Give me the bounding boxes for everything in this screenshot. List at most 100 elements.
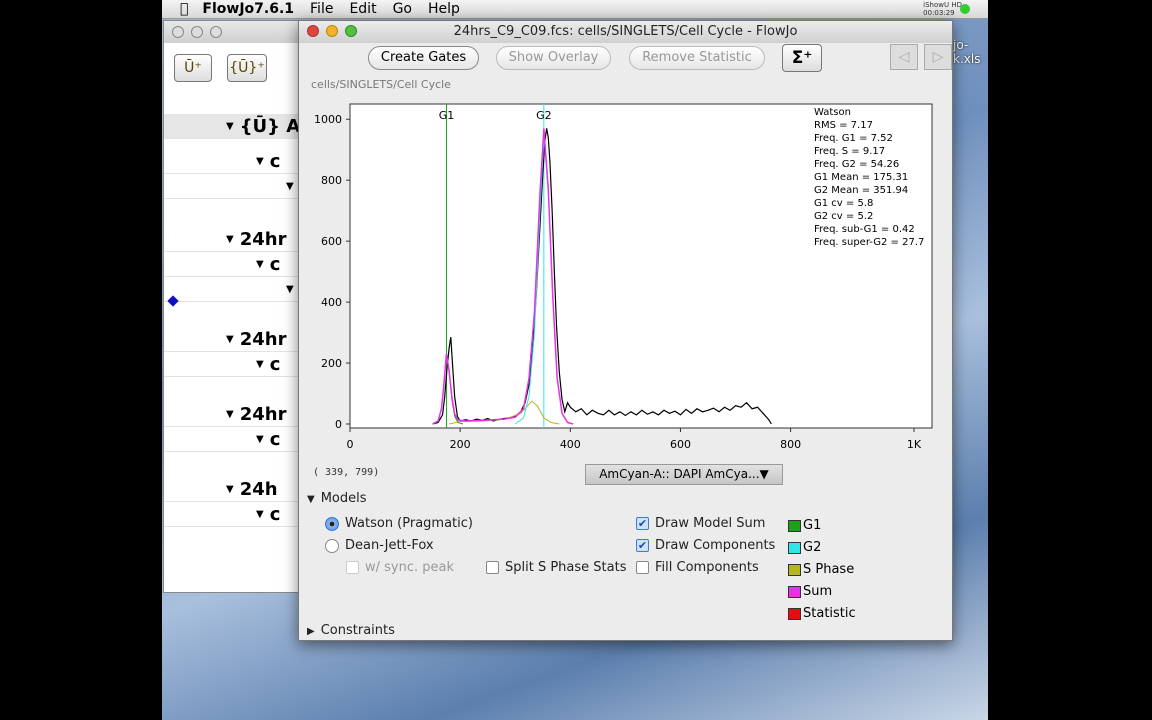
stat-line: Freq. G1 = 7.52 <box>814 133 893 144</box>
checkbox-icon <box>636 561 649 574</box>
show-overlay-button[interactable]: Show Overlay <box>496 46 611 70</box>
add-statistic-button[interactable]: Σ⁺ <box>782 44 822 72</box>
tree-row-label: c <box>269 353 281 375</box>
remove-statistic-button[interactable]: Remove Statistic <box>629 46 765 70</box>
checkbox-fill-components[interactable]: Fill Components <box>636 560 759 575</box>
tree-row[interactable]: ▼ 24hr <box>164 227 314 252</box>
recording-status: iShowU HD 00:03:29 <box>923 1 962 17</box>
parameter-select[interactable]: AmCyan-A:: DAPI AmCya...▼ <box>585 464 783 485</box>
tree-row[interactable]: ▼ {Ū} All <box>164 114 314 139</box>
stat-line: Freq. S = 9.17 <box>814 146 885 157</box>
tree-row-label: c <box>269 253 281 275</box>
close-icon[interactable] <box>172 26 184 38</box>
tree-row[interactable]: ▼ c <box>164 427 314 452</box>
disclosure-triangle-icon[interactable]: ▼ <box>226 484 234 495</box>
legend-item: S Phase <box>788 562 854 577</box>
minimize-icon[interactable] <box>326 25 338 37</box>
constraints-section-toggle[interactable]: ▶ Constraints <box>307 623 395 638</box>
stat-line: Freq. super-G2 = 27.7 <box>814 237 924 248</box>
tree-row[interactable]: ▼ 24hr <box>164 402 314 427</box>
zoom-icon[interactable] <box>210 26 222 38</box>
zoom-icon[interactable] <box>345 25 357 37</box>
minimize-icon[interactable] <box>191 26 203 38</box>
status-app: iShowU HD <box>923 1 962 9</box>
disclosure-triangle-icon[interactable]: ▼ <box>286 284 294 295</box>
tree-row[interactable]: ▼ c <box>164 502 314 527</box>
triangle-down-icon: ▼ <box>307 494 315 505</box>
stat-line: G1 Mean = 175.31 <box>814 172 908 183</box>
disclosure-triangle-icon[interactable]: ▼ <box>256 156 264 167</box>
x-tick-label: 1K <box>907 438 922 451</box>
next-button[interactable]: ▷ <box>924 44 952 70</box>
checkbox-label: Split S Phase Stats <box>505 560 627 575</box>
tree-row[interactable]: ▼ c <box>164 352 314 377</box>
disclosure-triangle-icon[interactable]: ▼ <box>256 434 264 445</box>
histogram-chart[interactable]: 0 200 400 600 800 1K 0 200 400 600 800 1000 G1 G2 Wats… <box>299 101 952 463</box>
radio-label: Watson (Pragmatic) <box>345 516 473 531</box>
checkbox-draw-model-sum[interactable]: ✔ Draw Model Sum <box>636 516 765 531</box>
legend-item: Statistic <box>788 606 856 621</box>
previous-button[interactable]: ◁ <box>890 44 918 70</box>
tree-row[interactable]: ▼ c <box>164 252 314 277</box>
y-tick-label: 400 <box>321 296 342 309</box>
checkbox-split-s-phase[interactable]: Split S Phase Stats <box>486 560 626 575</box>
checkbox-sync-peak[interactable]: w/ sync. peak <box>346 560 454 575</box>
disclosure-triangle-icon[interactable]: ▼ <box>286 181 294 192</box>
stat-line: G2 cv = 5.2 <box>814 211 873 222</box>
menu-bar:  FlowJo7.6.1 File Edit Go Help iShowU H… <box>162 0 988 19</box>
menu-help[interactable]: Help <box>428 1 460 17</box>
y-tick-label: 800 <box>321 174 342 187</box>
window-controls <box>172 26 222 38</box>
y-tick-label: 1000 <box>314 113 342 126</box>
apple-icon[interactable]:  <box>180 1 188 17</box>
disclosure-triangle-icon[interactable]: ▼ <box>226 334 234 345</box>
x-tick-label: 0 <box>347 438 354 451</box>
tree-row[interactable]: ▼ 24h <box>164 477 314 502</box>
checkbox-icon <box>486 561 499 574</box>
disclosure-triangle-icon[interactable]: ▼ <box>256 359 264 370</box>
disclosure-triangle-icon[interactable]: ▼ <box>226 121 234 132</box>
legend-label: G2 <box>803 540 822 555</box>
legend-swatch <box>788 519 801 532</box>
gate-label: G1 <box>439 109 455 122</box>
tree-row-label: 24hr <box>239 403 287 425</box>
disclosure-triangle-icon[interactable]: ▼ <box>256 509 264 520</box>
tree-row[interactable]: ▼ <box>164 277 314 302</box>
stat-line: G1 cv = 5.8 <box>814 198 873 209</box>
desktop-file-icon[interactable]: jo- k.xls <box>953 38 980 66</box>
tree-row[interactable]: ▼ 24hr <box>164 327 314 352</box>
models-section-toggle[interactable]: ▼ Models <box>307 491 367 506</box>
add-sample-button[interactable]: Ū⁺ <box>174 54 212 82</box>
tree-row[interactable]: ▼ <box>164 174 314 199</box>
checkbox-icon <box>346 561 359 574</box>
x-tick-label: 600 <box>670 438 691 451</box>
disclosure-triangle-icon[interactable]: ▼ <box>226 234 234 245</box>
y-tick-label: 0 <box>335 418 342 431</box>
radio-dean-jett-fox[interactable]: Dean-Jett-Fox <box>325 538 434 553</box>
radio-watson[interactable]: Watson (Pragmatic) <box>325 516 473 531</box>
menu-app[interactable]: FlowJo7.6.1 <box>202 1 294 17</box>
legend-item: G2 <box>788 540 821 555</box>
legend-label: Statistic <box>803 606 856 621</box>
tree-row[interactable]: ▼ c <box>164 149 314 174</box>
add-group-button[interactable]: {Ū}⁺ <box>227 54 267 82</box>
disclosure-triangle-icon[interactable]: ▼ <box>226 409 234 420</box>
breadcrumb: cells/SINGLETS/Cell Cycle <box>311 78 451 91</box>
radio-label: Dean-Jett-Fox <box>345 538 434 553</box>
constraints-label: Constraints <box>320 623 395 638</box>
y-tick-label: 600 <box>321 235 342 248</box>
create-gates-button[interactable]: Create Gates <box>368 46 479 70</box>
graph-titlebar: 24hrs_C9_C09.fcs: cells/SINGLETS/Cell Cy… <box>299 21 952 43</box>
triangle-right-icon: ▶ <box>307 626 315 637</box>
checkbox-label: w/ sync. peak <box>365 560 455 575</box>
menu-go[interactable]: Go <box>393 1 412 17</box>
close-icon[interactable] <box>307 25 319 37</box>
menu-edit[interactable]: Edit <box>349 1 376 17</box>
tree-row-label: 24hr <box>239 228 287 250</box>
x-tick-label: 400 <box>560 438 581 451</box>
menu-file[interactable]: File <box>310 1 333 17</box>
checkbox-draw-components[interactable]: ✔ Draw Components <box>636 538 775 553</box>
tree-row-label: c <box>269 150 281 172</box>
disclosure-triangle-icon[interactable]: ▼ <box>256 259 264 270</box>
workspace-window: Ū⁺ {Ū}⁺ ▼ {Ū} All ▼ c ▼ ▼ 24hr ▼ c ▼ ▼ 24hr ▼ c ▼ 24hr ▼… <box>163 20 314 593</box>
